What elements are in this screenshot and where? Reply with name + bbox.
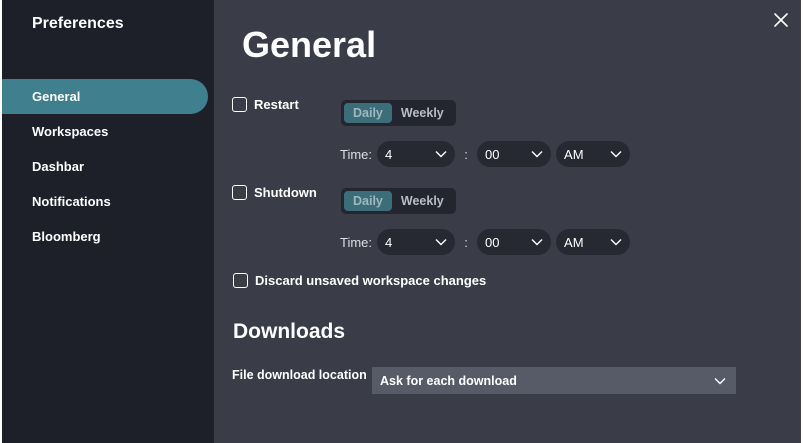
sidebar-item-workspaces[interactable]: Workspaces: [2, 114, 214, 149]
restart-label: Restart: [254, 97, 299, 112]
restart-ampm-value: AM: [564, 146, 584, 162]
sidebar-title: Preferences: [32, 15, 124, 32]
shutdown-hour-select[interactable]: 4: [377, 229, 456, 255]
shutdown-hour-value: 4: [385, 234, 393, 250]
shutdown-time-row: Time: 4 : 00 AM: [340, 229, 631, 255]
restart-weekly-button[interactable]: Weekly: [392, 103, 453, 123]
restart-minute-value: 00: [485, 146, 500, 162]
shutdown-minute-value: 00: [485, 234, 500, 250]
downloads-title: Downloads: [233, 320, 346, 343]
download-location-value: Ask for each download: [380, 373, 517, 388]
restart-time-label: Time:: [340, 146, 373, 162]
restart-daily-button[interactable]: Daily: [344, 103, 392, 123]
shutdown-row: Shutdown: [232, 185, 317, 200]
shutdown-ampm-select[interactable]: AM: [556, 229, 631, 255]
sidebar-nav: General Workspaces Dashbar Notifications…: [2, 79, 214, 254]
download-location-label: File download location: [232, 368, 367, 382]
restart-row: Restart: [232, 97, 299, 112]
shutdown-label: Shutdown: [254, 185, 317, 200]
shutdown-time-colon: :: [464, 234, 468, 250]
restart-checkbox[interactable]: [232, 97, 247, 112]
shutdown-weekly-button[interactable]: Weekly: [392, 191, 453, 211]
shutdown-frequency-toggle: Daily Weekly: [341, 188, 456, 214]
chevron-down-icon: [531, 151, 543, 158]
shutdown-time-label: Time:: [340, 234, 373, 250]
discard-row: Discard unsaved workspace changes: [233, 273, 486, 288]
restart-frequency-toggle: Daily Weekly: [341, 100, 456, 126]
restart-hour-select[interactable]: 4: [377, 141, 456, 167]
preferences-window: Preferences General Workspaces Dashbar N…: [2, 0, 801, 443]
download-location-select[interactable]: Ask for each download: [372, 367, 736, 394]
sidebar-item-dashbar[interactable]: Dashbar: [2, 149, 214, 184]
page-title: General: [242, 24, 377, 65]
shutdown-minute-select[interactable]: 00: [477, 229, 552, 255]
discard-checkbox[interactable]: [233, 273, 248, 288]
restart-time-row: Time: 4 : 00 AM: [340, 141, 631, 167]
sidebar-item-bloomberg[interactable]: Bloomberg: [2, 219, 214, 254]
chevron-down-icon: [531, 239, 543, 246]
restart-time-colon: :: [464, 146, 468, 162]
main-content: General Restart Daily Weekly Time: 4 : 0…: [214, 0, 801, 443]
discard-label: Discard unsaved workspace changes: [255, 273, 487, 288]
chevron-down-icon: [435, 151, 447, 158]
chevron-down-icon: [610, 239, 622, 246]
sidebar: Preferences General Workspaces Dashbar N…: [2, 0, 214, 443]
chevron-down-icon: [714, 377, 726, 384]
chevron-down-icon: [610, 151, 622, 158]
restart-ampm-select[interactable]: AM: [556, 141, 631, 167]
chevron-down-icon: [435, 239, 447, 246]
sidebar-item-general[interactable]: General: [2, 79, 208, 114]
restart-hour-value: 4: [385, 146, 393, 162]
restart-minute-select[interactable]: 00: [477, 141, 552, 167]
shutdown-checkbox[interactable]: [232, 185, 247, 200]
shutdown-daily-button[interactable]: Daily: [344, 191, 392, 211]
shutdown-ampm-value: AM: [564, 234, 584, 250]
sidebar-item-notifications[interactable]: Notifications: [2, 184, 214, 219]
